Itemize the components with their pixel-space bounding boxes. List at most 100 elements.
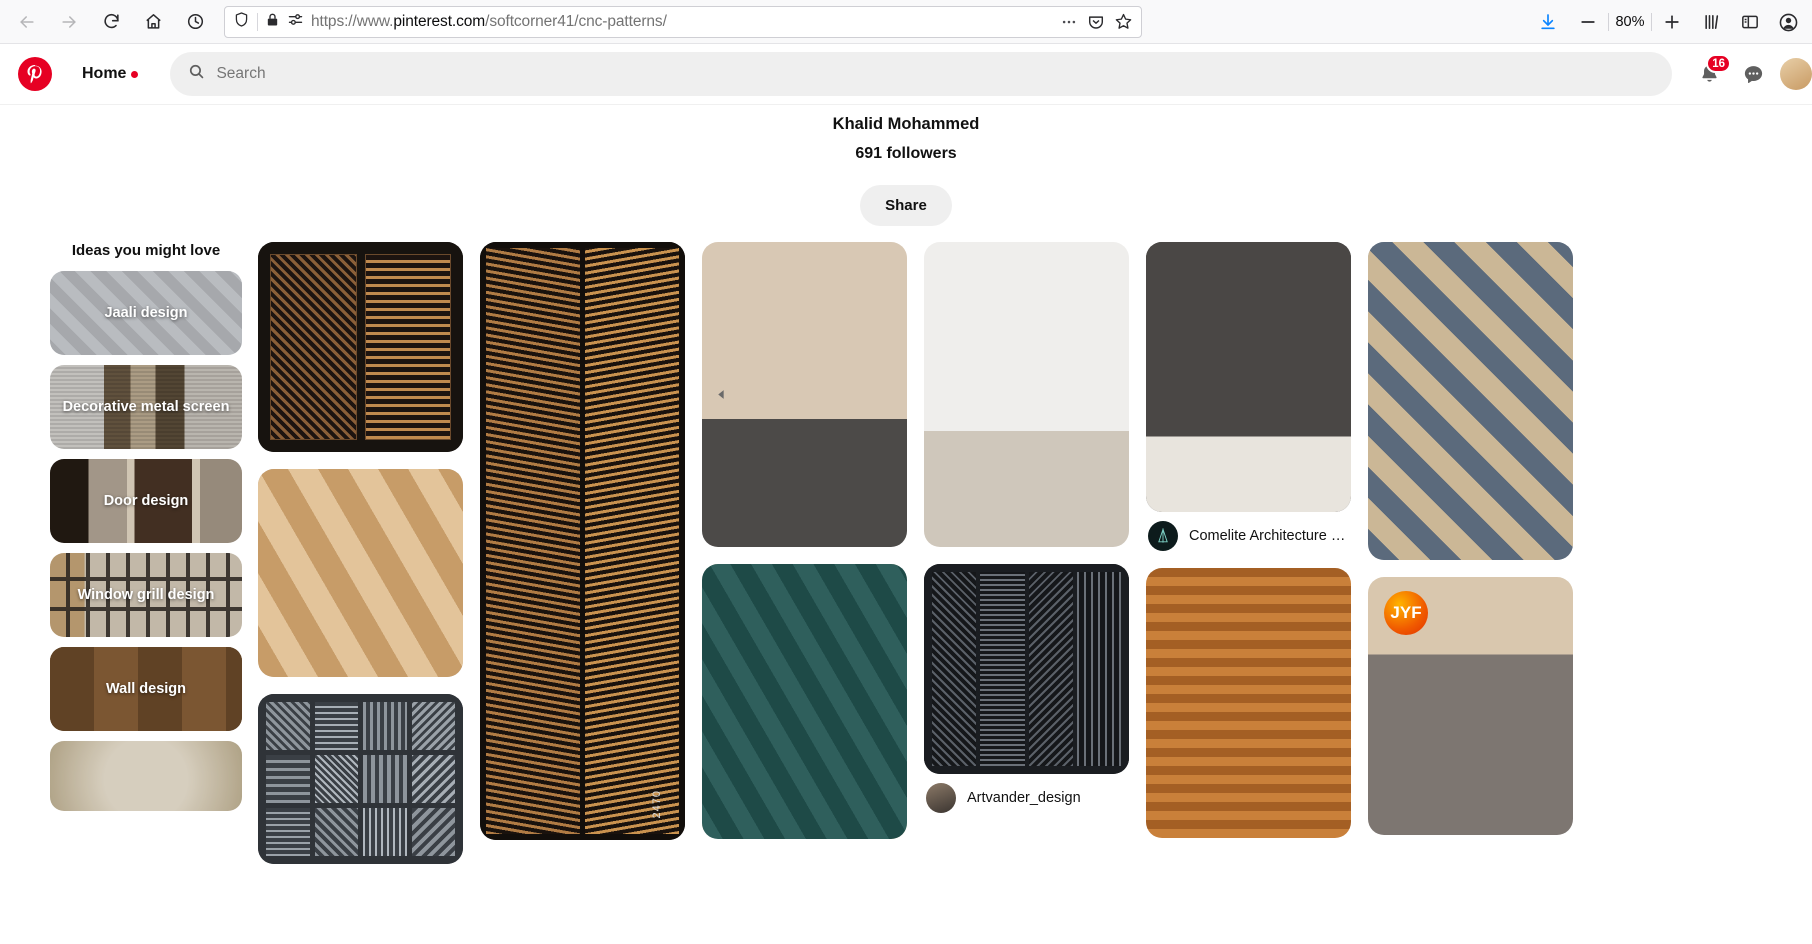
address-bar[interactable]: https://www.pinterest.com/softcorner41/c… [224,5,1142,38]
pin-attribution-name: Artvander_design [967,790,1081,806]
pinterest-logo-icon[interactable] [18,57,52,91]
downloads-button[interactable] [1530,5,1566,39]
pin-image [1146,568,1351,838]
pin-prev-arrow-icon[interactable] [710,384,732,406]
pin-image [702,242,907,547]
sidebar-item-decorative-metal-screen[interactable]: Decorative metal screen [50,365,242,449]
sidebar-item-label: Jaali design [104,305,188,321]
zoom-divider-left [1608,13,1609,31]
pin-with-attribution: Artvander_design [924,564,1129,813]
pin-image [924,242,1129,547]
messages-button[interactable] [1736,57,1770,91]
pin-3d-triangular-wood[interactable] [258,469,463,677]
zoom-level-label[interactable]: 80% [1611,14,1649,30]
profile-block: Khalid Mohammed 691 followers Share [0,104,1812,226]
pin-aswar-lobby[interactable] [1146,242,1351,512]
sidebar-item-wall-design[interactable]: Wall design [50,647,242,731]
search-placeholder: Search [216,65,266,82]
home-notification-dot [131,70,139,78]
zoom-divider-right [1651,13,1652,31]
sidebar-item-label: Door design [103,493,189,509]
urlbar-divider [257,12,258,31]
urlbar-actions [1060,12,1133,31]
sidebar-item-window-grill-design[interactable]: Window grill design [50,553,242,637]
home-nav-label: Home [82,65,127,82]
search-icon [188,63,205,85]
navigation-buttons [0,5,214,39]
back-button[interactable] [8,5,46,39]
page-actions-icon[interactable] [1060,13,1078,31]
pin-image [258,242,463,452]
header-actions: 16 [1692,54,1812,91]
shield-icon[interactable] [233,11,250,33]
address-bar-container: https://www.pinterest.com/softcorner41/c… [224,5,1142,38]
pocket-icon[interactable] [1087,13,1105,31]
pin-cnc-panel-pair-gold[interactable] [258,242,463,452]
ideas-sidebar-title: Ideas you might love [71,242,221,259]
jyf-watermark-badge: JYF [1384,591,1428,635]
zoom-in-button[interactable] [1654,5,1690,39]
history-button[interactable] [176,5,214,39]
pin-gold-room-divider[interactable]: JYF [1368,577,1573,835]
pin-lobby-3d-wall[interactable] [702,242,907,547]
pin-with-attribution: Comelite Architecture & Stru... [1146,242,1351,551]
sidebar-item-label: Window grill design [77,587,215,603]
pin-image [258,694,463,864]
pin-image [1146,242,1351,512]
sidebar-item-jaali-design[interactable]: Jaali design [50,271,242,355]
notifications-button[interactable]: 16 [1692,54,1731,91]
zoom-out-button[interactable] [1570,5,1606,39]
pinterest-header: Home Search 16 [0,44,1812,104]
pin-wood-ceiling-hall[interactable] [1146,568,1351,838]
pin-image [924,564,1129,774]
url-protocol: https://www. [311,12,394,30]
pin-image [702,564,907,839]
pin-grid: 2470 Artvander_design Comelite Architect… [242,242,1798,936]
search-input[interactable]: Search [170,52,1672,96]
browser-toolbar: https://www.pinterest.com/softcorner41/c… [0,0,1812,44]
forward-button[interactable] [50,5,88,39]
url-path: /softcorner41/cnc-patterns/ [485,12,667,30]
pin-column: JYF [1368,242,1573,936]
photo-avatar [926,783,956,813]
star-icon[interactable] [1114,12,1133,31]
pin-dimension-label: 2470 [651,789,663,818]
sidebar-item-door-design[interactable]: Door design [50,459,242,543]
sidebar-item-tree-art[interactable] [50,741,242,811]
pin-blue-triangular-panel[interactable] [1368,242,1573,560]
lock-icon[interactable] [265,12,280,32]
share-button[interactable]: Share [860,185,952,226]
pin-image [480,242,685,840]
sidebar-item-thumbnail [50,741,242,811]
zoom-controls: 80% [1570,5,1690,39]
pin-copper-pendant-wall[interactable] [702,564,907,839]
sidebar-icon[interactable] [1732,5,1768,39]
pin-reception-desk[interactable] [924,242,1129,547]
pin-metal-grill-catalog[interactable] [258,694,463,864]
notifications-badge: 16 [1706,54,1731,73]
url-domain: pinterest.com [393,12,486,30]
user-avatar[interactable] [1780,58,1812,90]
permissions-icon[interactable] [287,11,304,33]
pin-attribution[interactable]: Comelite Architecture & Stru... [1146,512,1351,551]
home-nav-button[interactable]: Home [70,57,150,91]
pin-column: Artvander_design [924,242,1129,936]
sidebar-item-label: Wall design [105,681,187,697]
pin-image [258,469,463,677]
profile-followers: 691 followers [855,145,957,162]
comelite-logo-avatar [1148,521,1178,551]
account-icon[interactable] [1770,5,1806,39]
pin-tall-cnc-screens[interactable]: 2470 [480,242,685,840]
pin-column [258,242,463,936]
pin-image [1368,242,1573,560]
sidebar-item-label: Decorative metal screen [62,399,230,415]
pin-attribution[interactable]: Artvander_design [924,774,1129,813]
profile-actions: Share [0,185,1812,226]
reload-button[interactable] [92,5,130,39]
library-icon[interactable] [1694,5,1730,39]
home-button[interactable] [134,5,172,39]
url-text[interactable]: https://www.pinterest.com/softcorner41/c… [311,13,1049,31]
browser-toolbar-right: 80% [1530,0,1806,44]
pin-dark-screen-panels[interactable] [924,564,1129,774]
pin-column [702,242,907,936]
